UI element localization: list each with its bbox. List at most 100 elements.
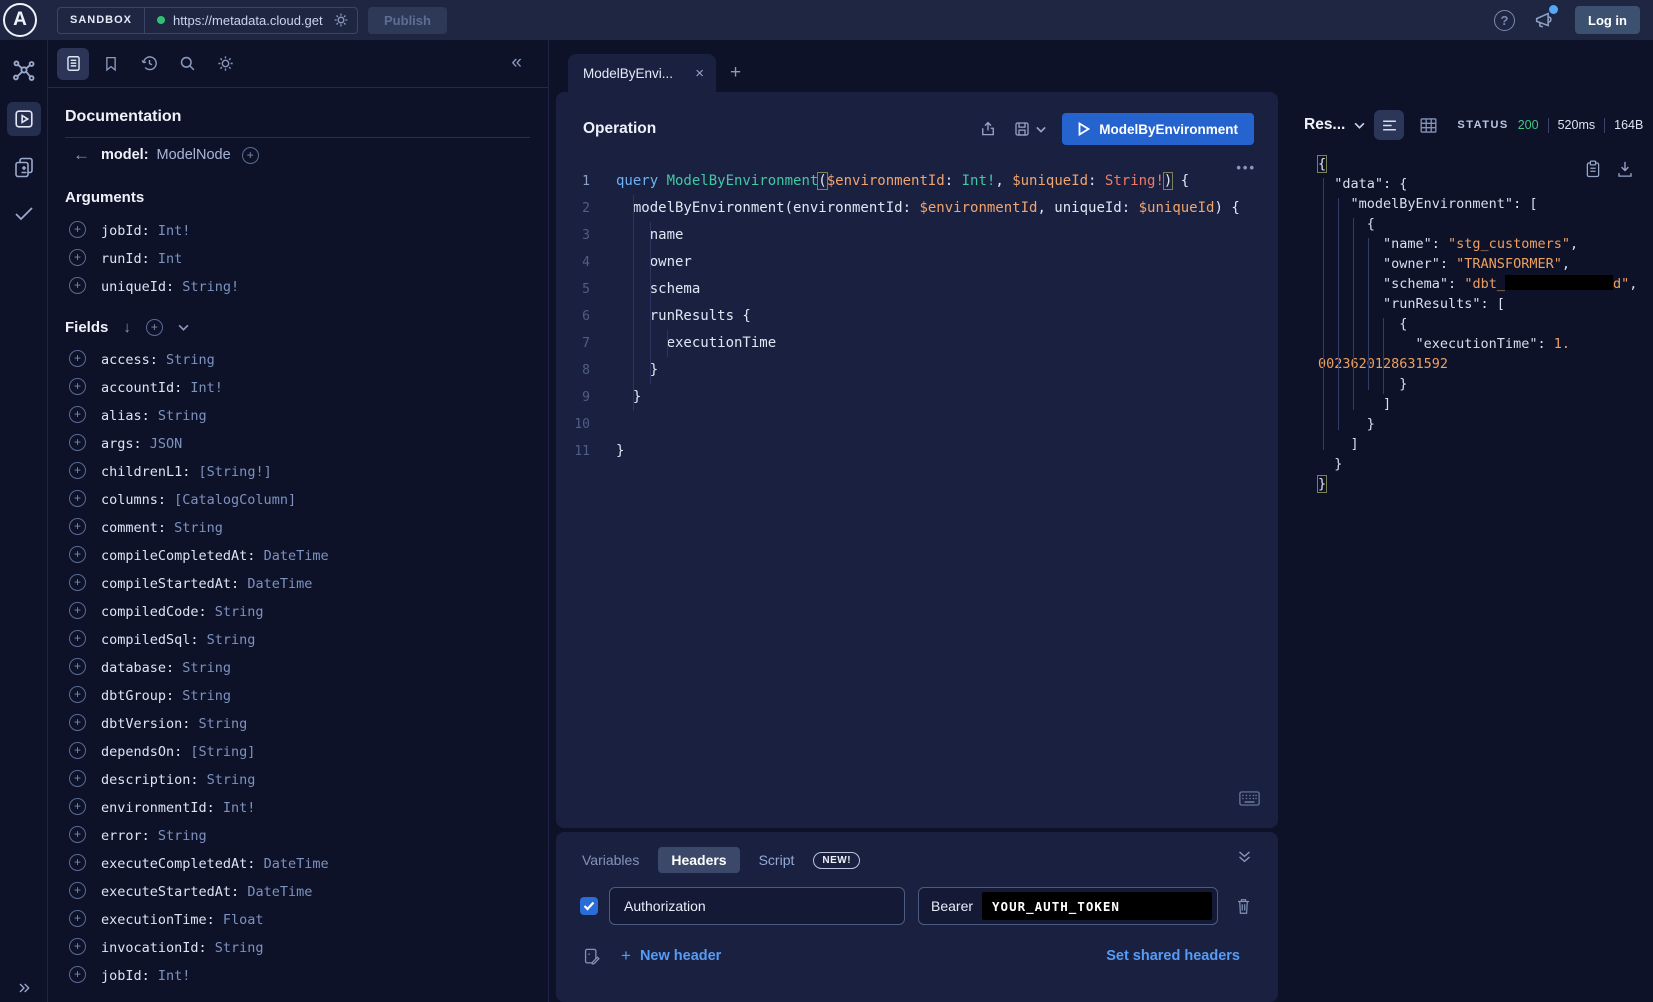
field-name[interactable]: alias: [101,408,158,424]
field-name[interactable]: error: [101,828,158,844]
field-name[interactable]: runId: [101,251,158,267]
tab-script[interactable]: Script [759,852,795,868]
sidebar-item-explorer[interactable] [0,100,48,138]
collapse-panel-icon[interactable] [1237,850,1252,864]
field-name[interactable]: invocationId: [101,940,215,956]
header-enabled-checkbox[interactable] [580,897,598,915]
field-type[interactable]: String [207,772,256,788]
set-shared-headers-link[interactable]: Set shared headers [1106,948,1240,964]
field-name[interactable]: compileCompletedAt: [101,548,264,564]
tab-variables[interactable]: Variables [582,852,639,868]
operation-tab[interactable]: ModelByEnvi... × [568,54,716,92]
field-name[interactable]: compiledSql: [101,632,207,648]
tab-documentation[interactable] [57,48,89,80]
new-tab-icon[interactable]: + [730,62,741,84]
sidebar-item-collections[interactable] [0,144,48,190]
field-name[interactable]: executionTime: [101,912,223,928]
field-type[interactable]: String [215,604,264,620]
save-icon[interactable] [1013,120,1031,138]
save-dropdown-chevron-icon[interactable] [1036,126,1046,133]
add-field-icon[interactable]: + [69,602,86,619]
response-json[interactable]: { "data": { "modelByEnvironment": [ { "n… [1318,154,1651,494]
endpoint-url-input[interactable]: https://metadata.cloud.get [173,13,331,28]
add-field-icon[interactable]: + [69,574,86,591]
add-field-icon[interactable]: + [69,826,86,843]
code-line[interactable]: } [616,438,1240,465]
field-name[interactable]: jobId: [101,223,158,239]
tab-explorer-settings[interactable] [209,48,241,80]
field-type[interactable]: Int! [158,223,191,239]
add-field-icon[interactable]: + [69,910,86,927]
field-name[interactable]: childrenL1: [101,464,199,480]
field-name[interactable]: description: [101,772,207,788]
tab-search[interactable] [171,48,203,80]
field-name[interactable]: dbtGroup: [101,688,182,704]
add-fields-icon[interactable]: + [146,319,163,336]
field-type[interactable]: String [199,716,248,732]
tab-saved-operations[interactable] [95,48,127,80]
code-line[interactable]: executionTime [616,330,1240,357]
field-name[interactable]: uniqueId: [101,279,182,295]
field-name[interactable]: accountId: [101,380,190,396]
field-type[interactable]: [CatalogColumn] [174,492,296,508]
sort-fields-icon[interactable]: ↓ [123,319,131,336]
field-name[interactable]: args: [101,436,150,452]
header-value-input[interactable]: Bearer YOUR_AUTH_TOKEN [918,887,1218,925]
add-field-icon[interactable]: + [69,798,86,815]
share-icon[interactable] [979,120,997,138]
field-type[interactable]: String [182,660,231,676]
tab-headers[interactable]: Headers [658,847,739,873]
field-name[interactable]: executeCompletedAt: [101,856,264,872]
add-field-icon[interactable]: + [69,434,86,451]
field-type[interactable]: [String] [190,744,255,760]
field-name[interactable]: executeStartedAt: [101,884,247,900]
add-field-icon[interactable]: + [69,350,86,367]
header-name-input[interactable]: Authorization [609,887,905,925]
add-all-fields-icon[interactable]: + [242,147,259,164]
add-field-icon[interactable]: + [69,462,86,479]
close-tab-icon[interactable]: × [695,65,704,82]
add-field-icon[interactable]: + [69,882,86,899]
field-type[interactable]: DateTime [264,548,329,564]
field-name[interactable]: dbtVersion: [101,716,199,732]
field-type[interactable]: String [158,828,207,844]
field-name[interactable]: columns: [101,492,174,508]
field-type[interactable]: Int [158,251,182,267]
tab-history[interactable] [133,48,165,80]
add-field-icon[interactable]: + [69,630,86,647]
expand-rail-button[interactable] [0,980,48,996]
field-name[interactable]: jobId: [101,968,158,984]
keyboard-shortcuts-icon[interactable] [1239,791,1260,806]
new-header-button[interactable]: + New header [621,946,721,966]
field-type[interactable]: DateTime [247,884,312,900]
add-field-icon[interactable]: + [69,490,86,507]
apollo-logo[interactable]: A [3,3,37,37]
field-name[interactable]: comment: [101,520,174,536]
field-name[interactable]: environmentId: [101,800,223,816]
collapse-docs-icon[interactable]: « [511,52,522,74]
field-name[interactable]: database: [101,660,182,676]
formatted-view-button[interactable] [1374,110,1404,140]
field-type[interactable]: Int! [158,968,191,984]
code-line[interactable]: schema [616,276,1240,303]
add-field-icon[interactable]: + [69,546,86,563]
editor-code[interactable]: query ModelByEnvironment($environmentId:… [600,168,1240,465]
add-field-icon[interactable]: + [69,378,86,395]
login-button[interactable]: Log in [1575,6,1640,34]
code-line[interactable]: owner [616,249,1240,276]
field-type[interactable]: String! [182,279,239,295]
auth-token-value[interactable]: YOUR_AUTH_TOKEN [982,892,1212,920]
field-name[interactable]: access: [101,352,166,368]
run-operation-button[interactable]: ModelByEnvironment [1062,113,1254,145]
announcements-button[interactable] [1533,9,1555,31]
add-field-icon[interactable]: + [69,742,86,759]
operation-more-menu-icon[interactable]: ••• [1236,160,1256,175]
table-view-button[interactable] [1413,110,1443,140]
code-line[interactable]: name [616,222,1240,249]
add-field-icon[interactable]: + [69,714,86,731]
add-field-icon[interactable]: + [69,518,86,535]
add-field-icon[interactable]: + [69,938,86,955]
field-type[interactable]: String [215,940,264,956]
field-type[interactable]: String [166,352,215,368]
publish-button[interactable]: Publish [368,7,447,34]
